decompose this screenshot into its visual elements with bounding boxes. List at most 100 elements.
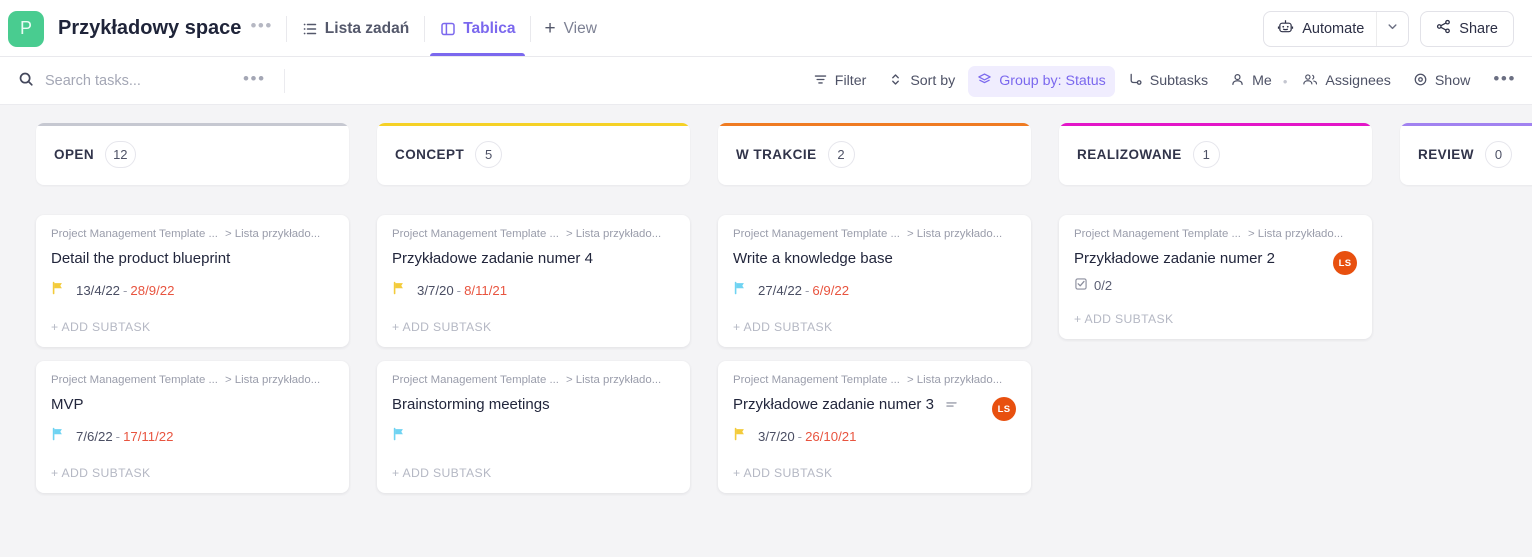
add-subtask-button[interactable]: + ADD SUBTASK	[51, 307, 334, 347]
board-column: REVIEW 0	[1400, 123, 1532, 557]
task-card[interactable]: Project Management Template ... > Lista p…	[36, 361, 349, 493]
add-view-button[interactable]: + View	[544, 19, 596, 38]
end-date: 8/11/21	[464, 282, 508, 298]
add-subtask-button[interactable]: + ADD SUBTASK	[392, 453, 675, 493]
assignee-avatar[interactable]: LS	[992, 397, 1016, 421]
add-subtask-button[interactable]: + ADD SUBTASK	[733, 307, 1016, 347]
breadcrumb-list: > Lista przykłado...	[906, 374, 1003, 386]
search-more-dots-icon[interactable]: •••	[243, 70, 266, 93]
priority-flag-icon[interactable]	[733, 427, 747, 446]
subtasks-label: Subtasks	[1149, 73, 1209, 89]
board-column: CONCEPT 5 Project Management Template ... >…	[377, 123, 690, 557]
add-subtask-button[interactable]: + ADD SUBTASK	[51, 453, 334, 493]
column-title: CONCEPT	[395, 146, 465, 162]
chevron-down-icon	[1386, 20, 1399, 38]
task-dates[interactable]: 27/4/22-6/9/22	[758, 283, 849, 298]
board-column: OPEN 12 Project Management Template ... > L…	[36, 123, 349, 557]
filter-button[interactable]: Filter	[804, 66, 876, 97]
task-title: MVP	[51, 395, 84, 413]
priority-flag-icon[interactable]	[392, 281, 406, 300]
group-by-button[interactable]: Group by: Status	[968, 65, 1115, 97]
column-header[interactable]: REVIEW 0	[1400, 123, 1532, 185]
column-count-badge: 1	[1192, 140, 1220, 168]
column-header[interactable]: CONCEPT 5	[377, 123, 690, 185]
task-dates[interactable]: 3/7/20-26/10/21	[758, 429, 856, 444]
task-breadcrumb[interactable]: Project Management Template ... > Lista p…	[392, 374, 675, 386]
search-input[interactable]	[45, 73, 235, 89]
equals-icon[interactable]	[944, 397, 959, 412]
column-header[interactable]: OPEN 12	[36, 123, 349, 185]
breadcrumb-project: Project Management Template ...	[733, 228, 900, 240]
people-icon	[1302, 72, 1318, 91]
task-dates[interactable]: 7/6/22-17/11/22	[76, 429, 173, 444]
toolbar-divider	[283, 69, 285, 93]
space-name[interactable]: Przykładowy space	[58, 17, 241, 40]
breadcrumb-list: > Lista przykłado...	[224, 228, 321, 240]
kanban-board: OPEN 12 Project Management Template ... > L…	[0, 105, 1532, 557]
automate-dropdown-button[interactable]	[1376, 11, 1408, 46]
task-breadcrumb[interactable]: Project Management Template ... > Lista p…	[1074, 228, 1357, 240]
priority-flag-icon[interactable]	[51, 281, 65, 300]
date-separator: -	[805, 282, 810, 298]
priority-flag-icon[interactable]	[51, 427, 65, 446]
assignees-button[interactable]: Assignees	[1293, 66, 1399, 97]
task-dates[interactable]: 13/4/22-28/9/22	[76, 283, 174, 298]
column-card-list: Project Management Template ... > Lista p…	[1059, 215, 1372, 339]
task-card[interactable]: Project Management Template ... > Lista p…	[377, 361, 690, 493]
column-title: REVIEW	[1418, 146, 1474, 162]
breadcrumb-list: > Lista przykłado...	[224, 374, 321, 386]
column-header[interactable]: REALIZOWANE 1	[1059, 123, 1372, 185]
tab-tablica[interactable]: Tablica	[430, 0, 526, 57]
end-date: 28/9/22	[130, 282, 175, 298]
space-avatar[interactable]: P	[8, 10, 44, 47]
task-dates[interactable]: 3/7/20-8/11/21	[417, 283, 507, 298]
header-divider-2	[424, 15, 426, 42]
header-divider-1	[285, 15, 287, 42]
add-subtask-button[interactable]: + ADD SUBTASK	[733, 453, 1016, 493]
automate-button[interactable]: Automate	[1264, 12, 1376, 46]
task-card[interactable]: Project Management Template ... > Lista p…	[1059, 215, 1372, 339]
end-date: 26/10/21	[805, 428, 857, 444]
automate-button-group: Automate	[1263, 10, 1410, 47]
task-title: Write a knowledge base	[733, 249, 893, 267]
task-checklist[interactable]: 0/2	[1074, 271, 1357, 299]
share-button[interactable]: Share	[1420, 10, 1514, 47]
subtasks-button[interactable]: Subtasks	[1119, 66, 1217, 97]
task-breadcrumb[interactable]: Project Management Template ... > Lista p…	[51, 374, 334, 386]
breadcrumb-project: Project Management Template ...	[51, 228, 218, 240]
sort-by-button[interactable]: Sort by	[879, 66, 964, 97]
end-date: 6/9/22	[812, 282, 850, 298]
breadcrumb-list: > Lista przykłado...	[906, 228, 1003, 240]
breadcrumb-list: > Lista przykłado...	[1247, 228, 1344, 240]
task-card[interactable]: Project Management Template ... > Lista p…	[718, 215, 1031, 347]
column-title: OPEN	[54, 146, 95, 162]
priority-flag-icon[interactable]	[733, 281, 747, 300]
assignee-avatar[interactable]: LS	[1333, 251, 1357, 275]
start-date: 7/6/22	[76, 428, 113, 444]
task-card[interactable]: Project Management Template ... > Lista p…	[377, 215, 690, 347]
date-separator: -	[123, 282, 128, 298]
task-card[interactable]: Project Management Template ... > Lista p…	[36, 215, 349, 347]
task-breadcrumb[interactable]: Project Management Template ... > Lista p…	[51, 228, 334, 240]
add-subtask-button[interactable]: + ADD SUBTASK	[1074, 299, 1357, 339]
task-breadcrumb[interactable]: Project Management Template ... > Lista p…	[733, 374, 1016, 386]
task-title-row: MVP	[51, 393, 334, 415]
show-label: Show	[1434, 73, 1471, 89]
priority-flag-icon[interactable]	[392, 427, 406, 446]
show-button[interactable]: Show	[1404, 66, 1480, 97]
task-breadcrumb[interactable]: Project Management Template ... > Lista p…	[392, 228, 675, 240]
start-date: 13/4/22	[76, 282, 120, 298]
sort-icon	[888, 72, 903, 91]
space-menu-dots-icon[interactable]: •••	[250, 17, 272, 40]
date-separator: -	[797, 428, 803, 444]
column-header[interactable]: W TRAKCIE 2	[718, 123, 1031, 185]
me-filter-button[interactable]: Me	[1221, 66, 1281, 97]
group-by-label: Group by: Status	[999, 73, 1106, 89]
task-breadcrumb[interactable]: Project Management Template ... > Lista p…	[733, 228, 1016, 240]
toolbar-more-dots-icon[interactable]: •••	[1493, 70, 1516, 93]
tab-lista-zadan[interactable]: Lista zadań	[300, 0, 411, 57]
column-title: W TRAKCIE	[736, 146, 817, 162]
add-subtask-button[interactable]: + ADD SUBTASK	[392, 307, 675, 347]
search-box[interactable]	[18, 71, 235, 92]
task-card[interactable]: Project Management Template ... > Lista p…	[718, 361, 1031, 493]
